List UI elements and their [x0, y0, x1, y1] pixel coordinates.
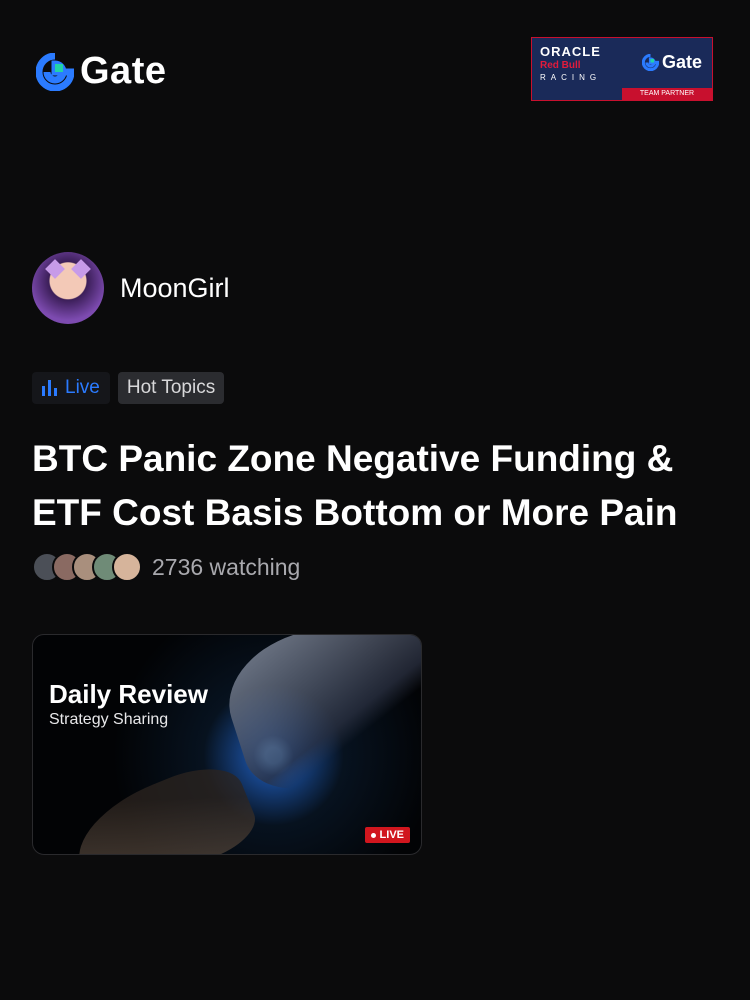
- racing-team-mark: ORACLE Red Bull RACING: [540, 44, 640, 82]
- watching-count: 2736 watching: [152, 553, 301, 580]
- logo-text: Gate: [80, 50, 167, 92]
- gate-logo-icon: [36, 52, 74, 91]
- avatar[interactable]: [32, 252, 104, 324]
- redbull-text: Red Bull: [540, 60, 581, 71]
- oracle-text: ORACLE: [540, 44, 601, 59]
- live-bars-icon: [42, 380, 57, 396]
- gate-logo[interactable]: Gate: [36, 50, 166, 93]
- stream-title[interactable]: BTC Panic Zone Negative Funding & ETF Co…: [32, 432, 732, 540]
- stream-tags: Live Hot Topics: [32, 372, 225, 404]
- stream-thumbnail[interactable]: Daily Review Strategy Sharing LIVE: [32, 634, 422, 855]
- live-badge: LIVE: [364, 827, 410, 843]
- racing-text: RACING: [540, 73, 602, 82]
- team-partner-label: TEAM PARTNER: [622, 88, 712, 100]
- thumbnail-title: Daily Review: [49, 679, 208, 709]
- thumbnail-subtitle: Strategy Sharing: [49, 711, 169, 728]
- gate-small-icon: [641, 54, 659, 71]
- host-name[interactable]: MoonGirl: [120, 273, 230, 304]
- avatar-ear-left: [45, 259, 65, 279]
- hot-topics-tag[interactable]: Hot Topics: [117, 372, 225, 404]
- live-dot-icon: [370, 832, 376, 838]
- viewer-avatar: [112, 552, 142, 582]
- viewer-avatars: [32, 552, 142, 582]
- human-hand-image: [62, 753, 264, 854]
- avatar-ear-right: [71, 259, 91, 279]
- live-tag[interactable]: Live: [32, 372, 110, 404]
- live-tag-label: Live: [65, 377, 100, 398]
- team-partner-banner[interactable]: ORACLE Red Bull RACING Gate TEAM PARTNER: [531, 37, 713, 101]
- partner-gate-text: Gate: [661, 52, 702, 72]
- robot-hand-image: [212, 635, 421, 804]
- watchers-row: 2736 watching: [32, 552, 300, 582]
- partner-gate-logo: Gate: [641, 52, 702, 73]
- live-badge-text: LIVE: [379, 829, 404, 841]
- host-profile[interactable]: MoonGirl: [32, 252, 230, 324]
